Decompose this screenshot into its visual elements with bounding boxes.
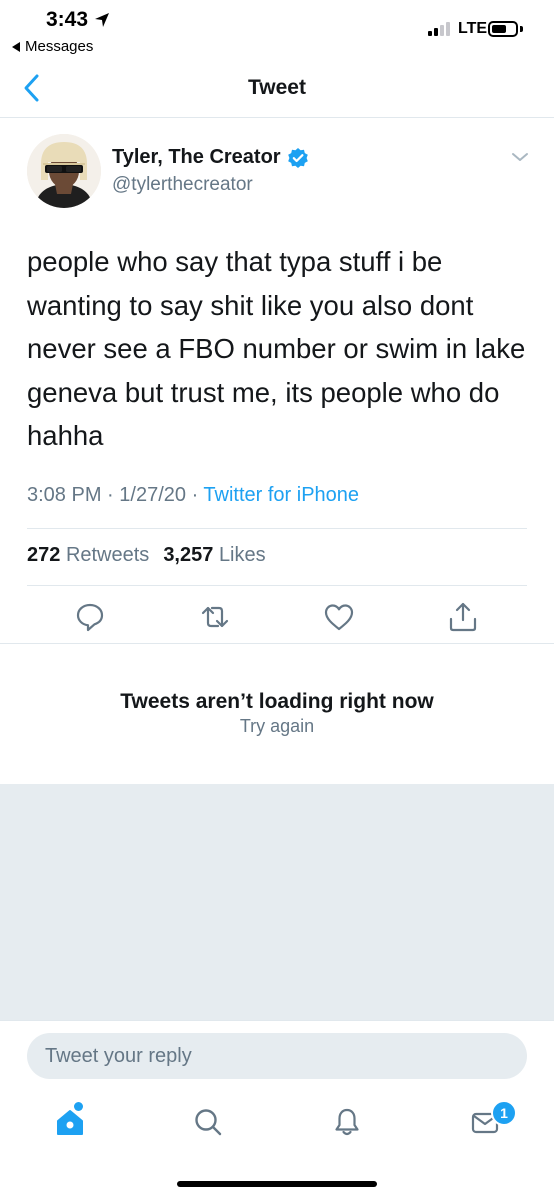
home-notification-dot	[74, 1102, 83, 1111]
tweet-date: 1/27/20	[119, 484, 186, 506]
cellular-signal-icon	[428, 22, 450, 36]
tab-home[interactable]	[48, 1100, 92, 1144]
chevron-down-icon[interactable]	[510, 150, 530, 164]
divider	[27, 528, 527, 529]
reply-input[interactable]	[27, 1033, 527, 1079]
reply-bar	[0, 1020, 554, 1100]
search-icon	[195, 1109, 222, 1136]
author-name-text: Tyler, The Creator	[112, 146, 281, 168]
retweets-stat[interactable]: 272 Retweets	[27, 544, 149, 567]
home-icon	[57, 1110, 83, 1135]
retweets-label: Retweets	[65, 544, 150, 566]
verified-badge-icon	[287, 147, 308, 168]
tweet-stats: 272 Retweets 3,257 Likes	[27, 544, 266, 567]
try-again-button[interactable]: Try again	[0, 716, 554, 737]
retweets-count: 272	[27, 544, 61, 566]
home-indicator	[177, 1181, 377, 1187]
empty-background	[0, 784, 554, 1020]
back-triangle-icon	[12, 41, 20, 52]
tweet-meta: 3:08 PM · 1/27/20 · Twitter for iPhone	[27, 484, 359, 507]
divider	[27, 585, 527, 586]
retweet-icon[interactable]	[198, 600, 232, 634]
likes-stat[interactable]: 3,257 Likes	[163, 544, 265, 567]
nav-bar: Tweet	[0, 58, 554, 118]
location-arrow-icon	[95, 13, 109, 27]
likes-label: Likes	[218, 544, 266, 566]
back-app-label: Messages	[25, 38, 94, 55]
tweet-actions	[0, 600, 554, 642]
error-panel: Tweets aren’t loading right now Try agai…	[0, 643, 554, 784]
tweet-time: 3:08 PM	[27, 484, 102, 506]
avatar-image	[27, 134, 101, 208]
page-title: Tweet	[248, 76, 306, 99]
network-type: LTE	[458, 20, 488, 37]
reply-icon[interactable]	[73, 600, 107, 634]
tweet-text: people who say that typa stuff i be want…	[27, 246, 526, 451]
error-title: Tweets aren’t loading right now	[120, 690, 434, 713]
meta-separator: ·	[191, 484, 204, 506]
likes-count: 3,257	[163, 544, 214, 566]
notifications-bell-icon	[335, 1108, 359, 1136]
battery-tip	[520, 26, 523, 32]
tab-search[interactable]	[186, 1100, 230, 1144]
author-name[interactable]: Tyler, The Creator	[112, 146, 309, 169]
messages-badge: 1	[491, 1100, 517, 1126]
share-icon[interactable]	[446, 600, 480, 634]
battery-icon	[488, 21, 518, 37]
like-heart-icon[interactable]	[322, 600, 356, 634]
author-handle[interactable]: @tylerthecreator	[112, 174, 253, 196]
meta-separator: ·	[107, 484, 120, 506]
back-to-app-link[interactable]: Messages	[12, 38, 93, 55]
tab-notifications[interactable]	[325, 1100, 369, 1144]
status-time: 3:43	[46, 8, 89, 31]
tweet-source-link[interactable]: Twitter for iPhone	[203, 484, 359, 506]
status-bar: 3:43 Messages LTE	[0, 0, 554, 58]
avatar[interactable]	[27, 134, 101, 208]
